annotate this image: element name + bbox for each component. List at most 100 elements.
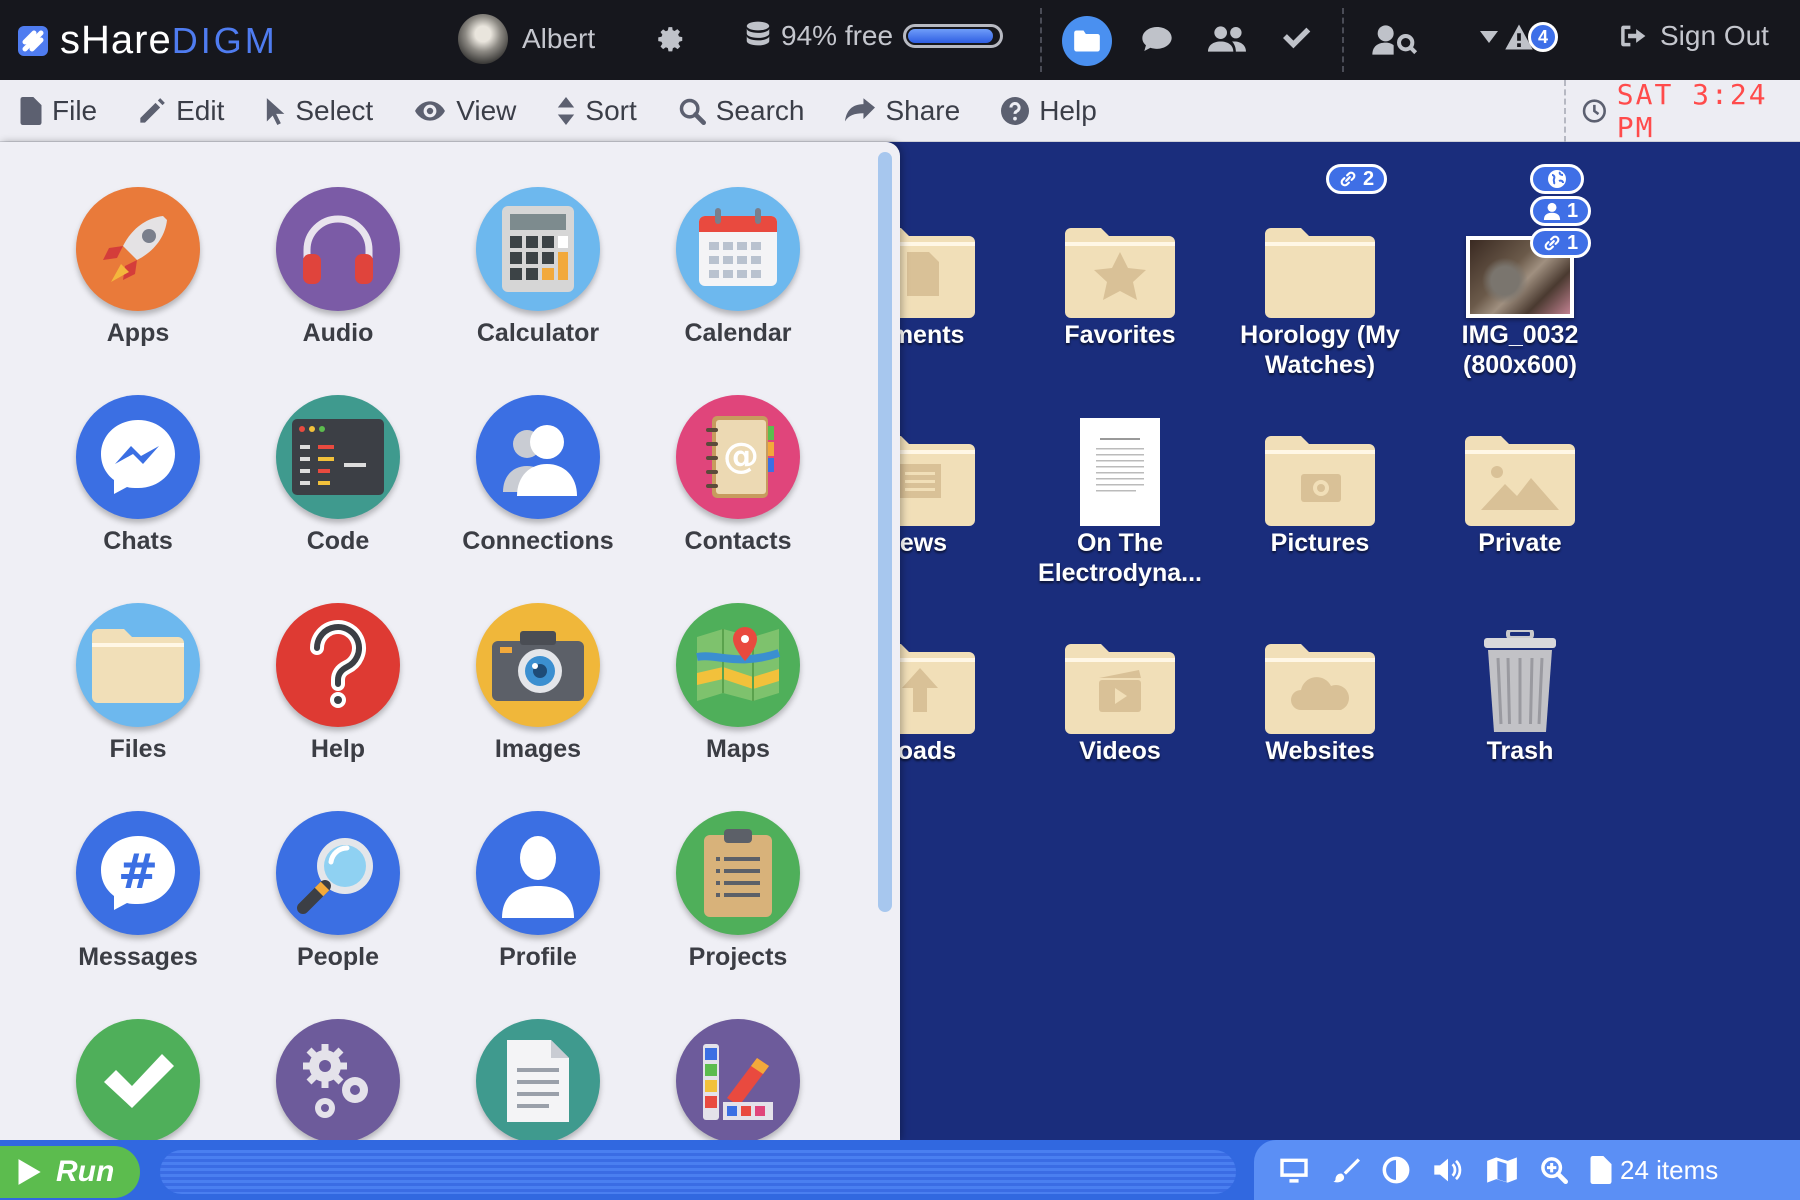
launcher-scrollbar[interactable] (878, 152, 892, 912)
menu-select[interactable]: Select (265, 95, 373, 127)
camera-icon (476, 603, 600, 727)
app-launcher-panel: Apps Audio Calculator Calendar Chats Cod… (0, 142, 900, 1140)
app-calculator[interactable]: Calculator (438, 187, 638, 348)
desktop-item-favorites[interactable]: Favorites (1020, 178, 1220, 350)
file-icon (20, 96, 42, 125)
gears-icon (276, 1019, 400, 1140)
app-code[interactable]: Code (238, 395, 438, 556)
code-icon (276, 395, 400, 519)
app-people[interactable]: People (238, 811, 438, 972)
tasks-button[interactable] (1280, 25, 1312, 51)
divider (1040, 8, 1042, 72)
messenger-icon (76, 395, 200, 519)
menu-file[interactable]: File (20, 95, 97, 127)
desktop-item-label: Websites (1265, 737, 1375, 765)
app-messages[interactable]: # Messages (38, 811, 238, 972)
top-bar: sHareDIGM Albert 94% free 4 Sign Out (0, 0, 1800, 80)
desktop-item-label: Videos (1079, 737, 1161, 765)
calculator-icon (476, 187, 600, 311)
user-menu[interactable]: Albert (458, 14, 595, 64)
contrast-icon[interactable] (1382, 1156, 1410, 1184)
desktop-item-horology[interactable]: Horology (My Watches) (1220, 178, 1420, 380)
menu-share-label: Share (885, 94, 961, 126)
chevron-down-icon (1480, 31, 1498, 43)
chat-button[interactable] (1141, 25, 1173, 53)
sort-icon (558, 96, 575, 125)
menu-edit[interactable]: Edit (138, 95, 224, 127)
desktop-item-label: Horology (My Watches) (1240, 321, 1400, 379)
brush-icon[interactable] (1332, 1156, 1360, 1184)
calendar-icon (676, 187, 800, 311)
database-icon (746, 21, 770, 46)
app-images[interactable]: Images (438, 603, 638, 764)
app-connections[interactable]: Connections (438, 395, 638, 556)
divider (1342, 8, 1344, 72)
menu-sort[interactable]: Sort (557, 95, 637, 127)
app-chats[interactable]: Chats (38, 395, 238, 556)
notifications-button[interactable]: 4 (1480, 22, 1558, 52)
app-files[interactable]: Files (38, 603, 238, 764)
folder-icon (76, 603, 200, 727)
sign-out-icon (1621, 25, 1646, 47)
monitor-icon[interactable] (1278, 1156, 1310, 1184)
menu-view[interactable]: View (414, 95, 516, 127)
brand-part-1: sHare (60, 18, 172, 62)
zoom-icon[interactable] (1540, 1156, 1568, 1184)
volume-icon[interactable] (1432, 1156, 1464, 1184)
rocket-icon (76, 187, 200, 311)
storage-indicator[interactable]: 94% free (745, 20, 1004, 52)
app-calendar[interactable]: Calendar (638, 187, 838, 348)
shared-link-badge: 1 (1530, 228, 1592, 258)
menu-help[interactable]: Help (1001, 95, 1097, 127)
app-tasks[interactable] (38, 1019, 238, 1140)
desktop-item-websites[interactable]: Websites (1220, 594, 1420, 766)
map-icon[interactable] (1486, 1156, 1518, 1184)
magnifier-icon (276, 811, 400, 935)
question-icon (276, 603, 400, 727)
menu-share[interactable]: Share (845, 95, 960, 127)
app-settings[interactable] (238, 1019, 438, 1140)
user-search-button[interactable] (1372, 24, 1418, 56)
app-maps[interactable]: Maps (638, 603, 838, 764)
svg-text:#: # (118, 844, 158, 900)
clipboard-icon (676, 811, 800, 935)
menu-search-label: Search (715, 94, 805, 126)
files-view-button[interactable] (1062, 16, 1112, 66)
menu-search[interactable]: Search (678, 94, 805, 127)
app-profile[interactable]: Profile (438, 811, 638, 972)
cloud-folder-icon (1265, 644, 1375, 734)
app-projects[interactable]: Projects (638, 811, 838, 972)
app-audio[interactable]: Audio (238, 187, 438, 348)
desktop-item-videos[interactable]: Videos (1020, 594, 1220, 766)
task-strip[interactable] (160, 1150, 1236, 1194)
link-icon (1340, 171, 1356, 187)
app-colors[interactable] (638, 1019, 838, 1140)
app-label: Code (306, 527, 370, 555)
desktop-item-private[interactable]: Private (1420, 386, 1620, 558)
app-label: Profile (499, 943, 577, 971)
avatar (458, 14, 508, 64)
image-folder-icon (1465, 436, 1575, 526)
desktop-item-trash[interactable]: Trash (1420, 594, 1620, 766)
app-label: Maps (706, 735, 770, 763)
app-label: People (297, 943, 379, 971)
run-label: Run (56, 1155, 115, 1188)
run-button[interactable]: Run (0, 1146, 140, 1198)
settings-button[interactable] (656, 24, 686, 54)
app-help[interactable]: Help (238, 603, 438, 764)
people-button[interactable] (1208, 25, 1246, 53)
menu-file-label: File (52, 94, 98, 126)
app-apps[interactable]: Apps (38, 187, 238, 348)
app-logo[interactable]: sHareDIGM (18, 20, 278, 61)
app-label: Contacts (684, 527, 792, 555)
desktop-item-pictures[interactable]: Pictures (1220, 386, 1420, 558)
storage-bar (903, 24, 1004, 48)
check-icon (1283, 27, 1311, 49)
link-icon (1544, 235, 1560, 251)
app-documents[interactable] (438, 1019, 638, 1140)
sign-out-button[interactable]: Sign Out (1620, 20, 1769, 52)
desktop-item-electrodynamics[interactable]: On The Electrodyna... (1020, 386, 1220, 588)
app-contacts[interactable]: @ Contacts (638, 395, 838, 556)
brand-name: sHareDIGM (60, 20, 278, 61)
storage-bar-fill (908, 29, 993, 43)
